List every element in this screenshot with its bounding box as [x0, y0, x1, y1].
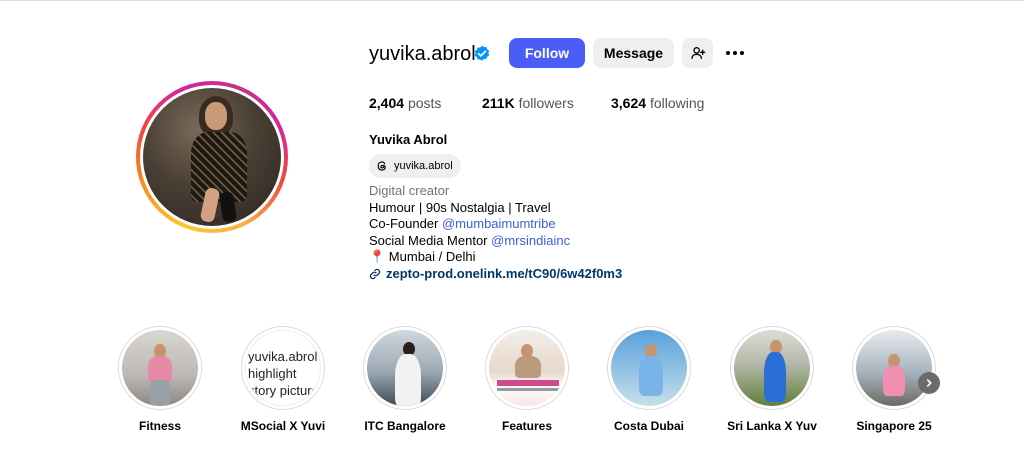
location-pin-icon: 📍: [369, 249, 386, 264]
link-icon: [369, 268, 381, 279]
highlight-cover-broken: yuvika.abrol's highlight story picture: [245, 330, 321, 406]
verified-badge-icon: [474, 45, 490, 61]
bio-line-1: Humour | 90s Nostalgia | Travel: [369, 200, 551, 215]
following-label: following: [649, 95, 705, 111]
highlight-singapore[interactable]: Singapore 25: [852, 326, 936, 433]
bio-line-2: Co-Founder @mumbaimumtribe: [369, 216, 556, 232]
highlight-features[interactable]: Features: [485, 326, 569, 433]
highlight-cover: [856, 330, 932, 406]
highlight-cover: [122, 330, 198, 406]
highlight-msocial[interactable]: yuvika.abrol's highlight story picture M…: [241, 326, 325, 433]
threads-handle: yuvika.abrol: [394, 160, 453, 172]
highlight-cover: [611, 330, 687, 406]
more-options-icon[interactable]: [722, 42, 748, 64]
external-link[interactable]: zepto-prod.onelink.me/tC90/6w42f0m3: [369, 266, 622, 281]
followers-count: 211K: [482, 95, 515, 111]
highlight-cover: [489, 330, 565, 406]
bio-line-3-text: Social Media Mentor: [369, 233, 492, 248]
add-user-button[interactable]: [682, 38, 713, 68]
highlight-cover: [734, 330, 810, 406]
highlight-label: Singapore 25: [856, 419, 932, 433]
top-divider: [0, 0, 1024, 1]
highlight-fitness[interactable]: Fitness: [118, 326, 202, 433]
category-label: Digital creator: [369, 183, 450, 198]
message-button[interactable]: Message: [593, 38, 674, 68]
mention-link[interactable]: @mrsindiainc: [491, 233, 570, 248]
posts-stat: 2,404 posts: [369, 95, 441, 111]
followers-stat[interactable]: 211K followers: [482, 95, 574, 111]
mention-link[interactable]: @mumbaimumtribe: [442, 216, 556, 231]
avatar-photo: [143, 88, 281, 226]
highlight-cover: [367, 330, 443, 406]
following-count: 3,624: [611, 95, 647, 111]
bio-line-2-text: Co-Founder: [369, 216, 442, 231]
profile-avatar[interactable]: [136, 81, 288, 233]
threads-badge[interactable]: yuvika.abrol: [369, 154, 461, 178]
highlight-itc-bangalore[interactable]: ITC Bangalore: [363, 326, 447, 433]
follow-button[interactable]: Follow: [509, 38, 585, 68]
full-name: Yuvika Abrol: [369, 132, 448, 147]
highlight-costa-dubai[interactable]: Costa Dubai: [607, 326, 691, 433]
threads-icon: [377, 161, 386, 171]
posts-label: posts: [407, 95, 442, 111]
username: yuvika.abrol: [369, 43, 476, 65]
bio-line-3: Social Media Mentor @mrsindiainc: [369, 233, 570, 249]
following-stat[interactable]: 3,624 following: [611, 95, 704, 111]
highlight-sri-lanka[interactable]: Sri Lanka X Yuv: [727, 326, 817, 433]
location-text: Mumbai / Delhi: [385, 249, 476, 264]
person-add-icon: [690, 47, 705, 59]
bio-line-4: 📍 Mumbai / Delhi: [369, 249, 476, 265]
highlights-next-button[interactable]: [918, 372, 940, 394]
chevron-right-icon: [926, 379, 932, 387]
external-link-text: zepto-prod.onelink.me/tC90/6w42f0m3: [386, 266, 623, 281]
posts-count: 2,404: [369, 95, 405, 111]
followers-label: followers: [518, 95, 574, 111]
